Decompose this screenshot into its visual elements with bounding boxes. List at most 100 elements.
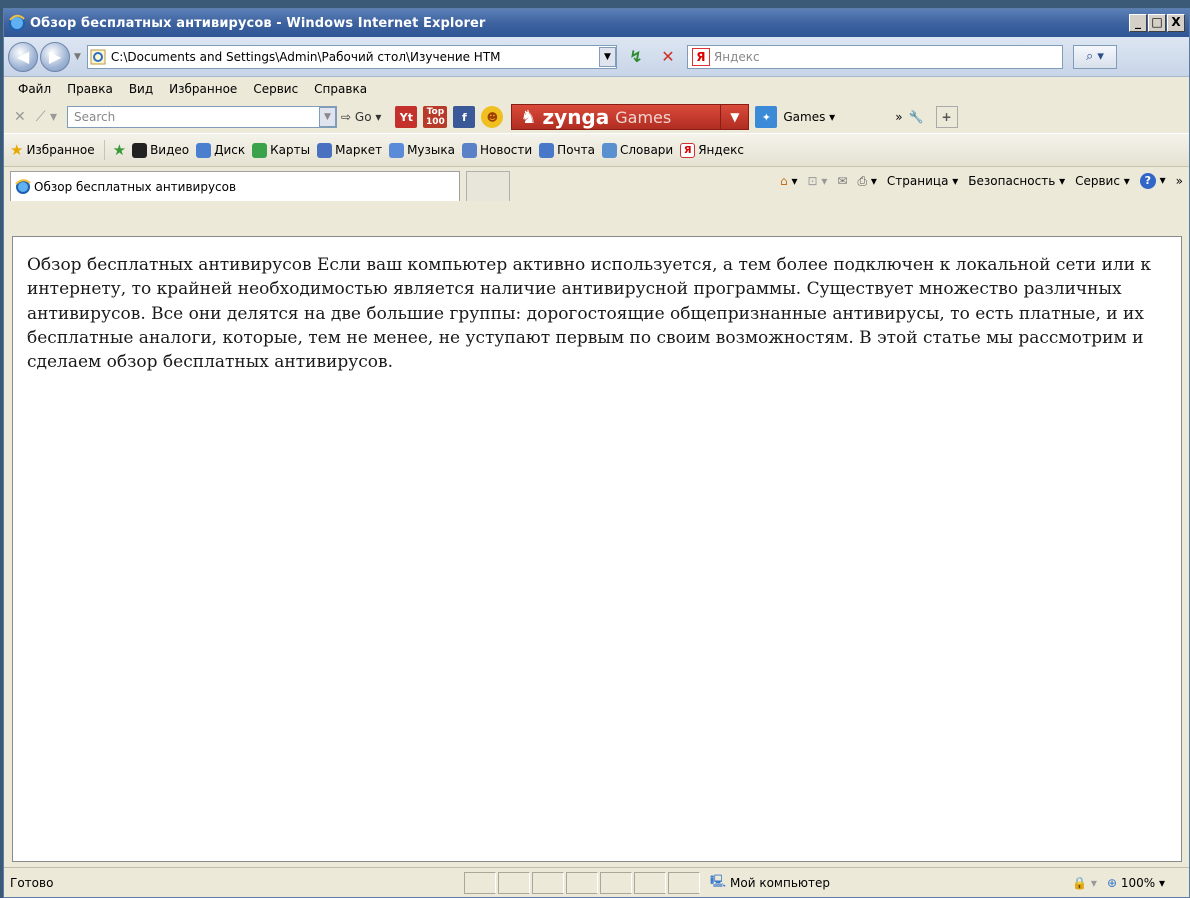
chevron-more-icon[interactable]: »	[895, 110, 902, 124]
page-content: Обзор бесплатных антивирусов Если ваш ко…	[12, 236, 1182, 862]
close-button[interactable]: X	[1167, 14, 1185, 32]
status-panel	[498, 871, 530, 894]
fav-news[interactable]: Новости	[462, 142, 533, 158]
refresh-icon: ↯	[629, 47, 643, 66]
fav-maps-label: Карты	[270, 143, 311, 157]
minimize-button[interactable]: _	[1129, 14, 1147, 32]
refresh-button[interactable]: ↯	[623, 45, 649, 69]
status-panel	[532, 871, 564, 894]
fav-yandex[interactable]: Я Яндекс	[680, 142, 744, 158]
article-text: Обзор бесплатных антивирусов Если ваш ко…	[27, 255, 1152, 373]
favorites-button[interactable]: ★ Избранное	[10, 141, 95, 159]
new-tab-button[interactable]	[466, 171, 510, 201]
divider	[103, 140, 105, 160]
zoom-label: 100%	[1120, 875, 1156, 890]
fav-market[interactable]: Маркет	[317, 142, 382, 158]
top100-button[interactable]: Top 100	[423, 106, 448, 128]
menu-help[interactable]: Справка	[314, 82, 367, 96]
star-icon: ★	[10, 141, 24, 159]
back-button[interactable]: ◀	[8, 41, 38, 72]
address-bar-row: ◀ ▶ ▼ C:\Documents and Settings\Admin\Ра…	[4, 37, 1189, 77]
command-bar: ⌂ ▾ ⊡ ▾ ✉ ⎙ ▾ Страница ▾ Безопасность ▾ …	[780, 173, 1183, 189]
forward-arrow-icon: ▶	[48, 47, 62, 66]
smiley-icon[interactable]: ☻	[481, 106, 504, 128]
zynga-dropdown-icon[interactable]: ▼	[720, 105, 748, 129]
search-input[interactable]: Я Яндекс	[686, 44, 1063, 69]
toolbar-search-input[interactable]: Search ▼	[67, 106, 338, 128]
fav-mail[interactable]: Почта	[539, 142, 595, 158]
page-menu-label: Страница	[886, 174, 949, 188]
menu-favorites[interactable]: Избранное	[169, 82, 237, 96]
security-menu[interactable]: Безопасность ▾	[968, 174, 1065, 188]
home-icon: ⌂	[780, 174, 788, 188]
maximize-button[interactable]: □	[1148, 14, 1166, 32]
status-panel	[668, 871, 700, 894]
help-button[interactable]: ? ▾	[1139, 173, 1166, 189]
facebook-icon[interactable]: f	[453, 106, 476, 128]
zynga-games-button[interactable]: ♞ zynga Games ▼	[511, 104, 750, 130]
fav-news-label: Новости	[480, 143, 533, 157]
address-input[interactable]: C:\Documents and Settings\Admin\Рабочий …	[86, 44, 617, 69]
zone-label: Мой компьютер	[730, 875, 830, 890]
menu-file[interactable]: Файл	[18, 82, 51, 96]
tools-menu[interactable]: Сервис ▾	[1075, 174, 1130, 188]
zynga-dog-icon: ♞	[520, 106, 537, 128]
status-panel	[464, 871, 496, 894]
history-dropdown-icon[interactable]: ▼	[74, 52, 81, 62]
print-button[interactable]: ⎙ ▾	[857, 174, 876, 189]
fav-music-label: Музыка	[407, 143, 455, 157]
search-button[interactable]: ⌕ ▾	[1072, 44, 1117, 69]
toolbar-logo-icon[interactable]: ⟋ ▾	[36, 109, 57, 125]
toolbar-search-dropdown-icon[interactable]: ▼	[319, 107, 337, 127]
menu-edit[interactable]: Правка	[67, 82, 113, 96]
search-placeholder: Яндекс	[713, 49, 760, 64]
fav-video-label: Видео	[150, 143, 190, 157]
fav-music[interactable]: Музыка	[389, 142, 455, 158]
add-button[interactable]: +	[935, 106, 958, 128]
zoom-button[interactable]: ⊕ 100% ▾	[1107, 876, 1165, 890]
forward-button[interactable]: ▶	[40, 41, 70, 72]
add-favorite-icon[interactable]: ★	[113, 141, 126, 159]
status-panel	[566, 871, 598, 894]
mail-button[interactable]: ✉	[837, 174, 847, 188]
page-menu[interactable]: Страница ▾	[887, 174, 958, 188]
protected-mode-button[interactable]: 🔒 ▾	[1072, 876, 1097, 890]
dictionaries-icon	[601, 142, 617, 158]
menu-bar: Файл Правка Вид Избранное Сервис Справка	[4, 77, 1189, 101]
go-button[interactable]: ⇨ Go ▾	[341, 110, 381, 124]
home-button[interactable]: ⌂ ▾	[780, 174, 797, 188]
feeds-button[interactable]: ⊡ ▾	[808, 174, 828, 188]
zynga-sub: Games	[615, 107, 672, 127]
toolbar-search-placeholder: Search	[74, 110, 116, 124]
fav-disk[interactable]: Диск	[196, 142, 245, 158]
wrench-icon[interactable]: 🔧	[909, 110, 924, 124]
fav-video[interactable]: Видео	[132, 142, 190, 158]
fav-maps[interactable]: Карты	[252, 142, 311, 158]
zoom-area: 🔒 ▾ ⊕ 100% ▾	[1072, 876, 1165, 890]
rss-icon: ⊡	[807, 174, 818, 188]
address-dropdown-icon[interactable]: ▼	[598, 46, 616, 67]
more-commands-icon[interactable]: »	[1176, 174, 1183, 188]
close-toolbar-icon[interactable]: ✕	[14, 109, 26, 125]
tools-menu-label: Сервис	[1075, 174, 1120, 188]
fav-dictionaries[interactable]: Словари	[601, 142, 673, 158]
zynga-name: zynga	[542, 105, 610, 129]
youtube-icon[interactable]: Yt	[395, 106, 418, 128]
menu-tools[interactable]: Сервис	[253, 82, 298, 96]
games-icon: ✦	[755, 106, 778, 128]
security-menu-label: Безопасность	[968, 174, 1056, 188]
zoom-icon: ⊕	[1106, 875, 1118, 890]
top100-label: Top 100	[425, 107, 445, 127]
maps-icon	[252, 142, 268, 158]
stop-icon: ✕	[661, 47, 675, 66]
stop-button[interactable]: ✕	[655, 45, 681, 69]
menu-view[interactable]: Вид	[129, 82, 153, 96]
tab-active[interactable]: Обзор бесплатных антивирусов	[10, 171, 460, 201]
security-zone[interactable]: 🖳 Мой компьютер	[710, 872, 1010, 893]
games-menu[interactable]: Games ▾	[783, 110, 835, 124]
go-label: Go	[354, 110, 372, 124]
status-panel	[600, 871, 632, 894]
favorites-bar: ★ Избранное ★ Видео Диск Карты Маркет Му…	[4, 133, 1189, 167]
printer-icon: ⎙	[857, 173, 868, 188]
music-icon	[389, 142, 405, 158]
